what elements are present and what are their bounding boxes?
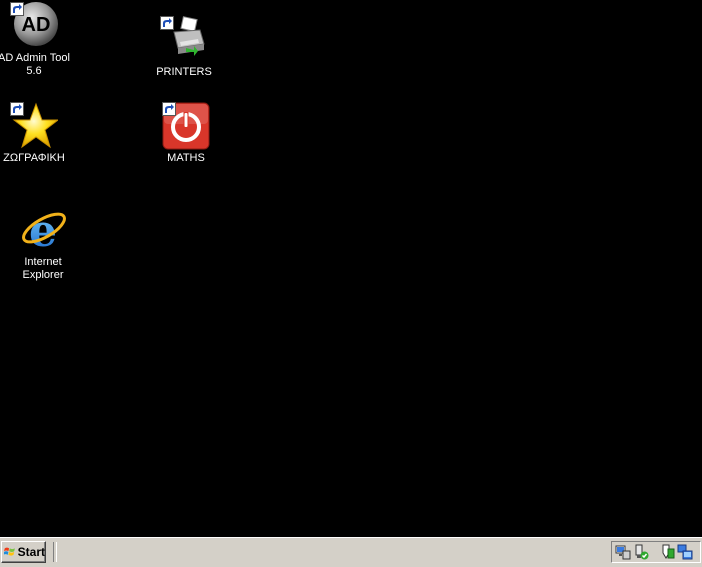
shortcut-arrow-icon [10, 102, 24, 116]
safely-remove-icon[interactable] [633, 544, 649, 560]
start-button[interactable]: Start [1, 541, 46, 563]
desktop[interactable]: AD AD Admin Tool 5.6 PRINTERS ΖΩΓΡΑΦΙΚΗ … [0, 0, 702, 537]
network-connection-icon[interactable] [677, 544, 693, 560]
star-icon [10, 102, 58, 150]
icon-label: 5.6 [26, 65, 42, 77]
system-tray [611, 541, 701, 563]
desktop-icon-printers[interactable]: PRINTERS [144, 16, 224, 79]
security-shield-icon[interactable] [659, 544, 675, 560]
shortcut-arrow-icon [10, 2, 24, 16]
shortcut-arrow-icon [162, 102, 176, 116]
start-label: Start [17, 545, 45, 559]
power-icon [162, 102, 210, 150]
ad-logo-text: AD [22, 14, 51, 36]
windows-logo-icon [4, 547, 15, 556]
svg-text:e: e [29, 206, 57, 254]
printer-icon [160, 16, 208, 64]
desktop-icon-zografiki[interactable]: ΖΩΓΡΑΦΙΚΗ [0, 102, 74, 165]
taskbar-grip[interactable] [53, 542, 57, 562]
internet-explorer-icon: e [19, 206, 67, 254]
icon-label: PRINTERS [156, 66, 212, 78]
desktop-icon-maths[interactable]: MATHS [146, 102, 226, 165]
desktop-icon-ad-admin-tool[interactable]: AD AD Admin Tool 5.6 [0, 2, 74, 78]
icon-label: ΖΩΓΡΑΦΙΚΗ [3, 152, 65, 164]
ad-admin-tool-icon: AD [10, 2, 58, 50]
network-icon[interactable] [615, 544, 631, 560]
icon-label: AD Admin Tool [0, 52, 70, 64]
shortcut-arrow-icon [160, 16, 174, 30]
icon-label: Internet [24, 256, 62, 268]
desktop-icon-internet-explorer[interactable]: e Internet Explorer [3, 206, 83, 282]
icon-label: Explorer [22, 269, 64, 281]
icon-label: MATHS [167, 152, 205, 164]
taskbar: Start [0, 537, 702, 567]
